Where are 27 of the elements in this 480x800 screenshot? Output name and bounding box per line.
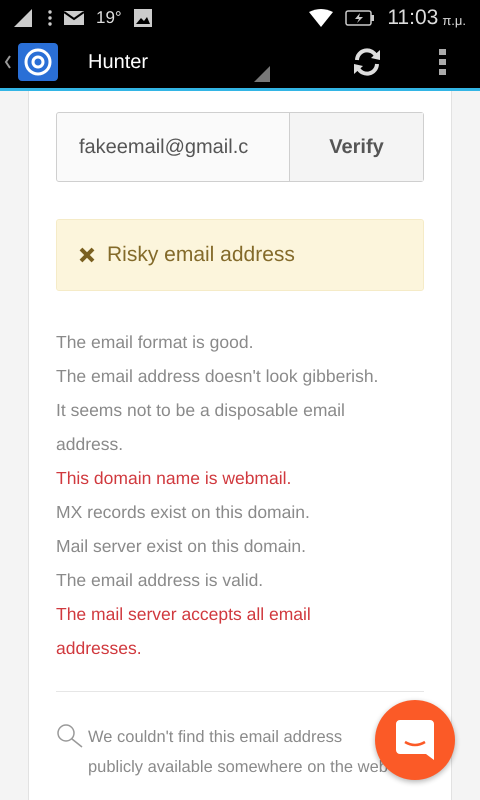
clock: 11:03 — [387, 6, 438, 30]
warning-text: Risky email address — [107, 243, 295, 267]
check-result: MX records exist on this domain. — [56, 501, 311, 524]
refresh-icon[interactable] — [351, 46, 383, 78]
clock-period: π.μ. — [442, 13, 466, 28]
wifi-icon — [309, 9, 334, 27]
search-icon — [56, 724, 84, 748]
overflow-menu-icon[interactable] — [439, 49, 446, 75]
battery-icon — [345, 10, 376, 26]
check-result: The email format is good. — [56, 331, 254, 354]
temperature: 19° — [96, 8, 122, 28]
app-logo-icon[interactable] — [4, 42, 60, 82]
check-result: It seems not to be a disposable email address. — [56, 399, 346, 456]
chat-icon — [396, 720, 434, 760]
dropdown-corner-icon[interactable] — [254, 66, 270, 82]
check-result: The email address doesn't look gibberish. — [56, 365, 380, 388]
mail-icon — [64, 11, 84, 25]
check-result: Mail server exist on this domain. — [56, 535, 307, 558]
verify-button[interactable]: Verify — [289, 113, 423, 181]
app-title: Hunter — [88, 50, 148, 74]
image-icon — [134, 9, 152, 27]
check-result: The mail server accepts all email addresses. — [56, 603, 312, 660]
email-field[interactable]: fakeemail@gmail.c Verify — [56, 112, 424, 182]
cross-icon — [79, 247, 95, 263]
check-result: This domain name is webmail. — [56, 467, 292, 490]
more-icon — [48, 10, 52, 26]
check-result: The email address is valid. — [56, 569, 264, 592]
